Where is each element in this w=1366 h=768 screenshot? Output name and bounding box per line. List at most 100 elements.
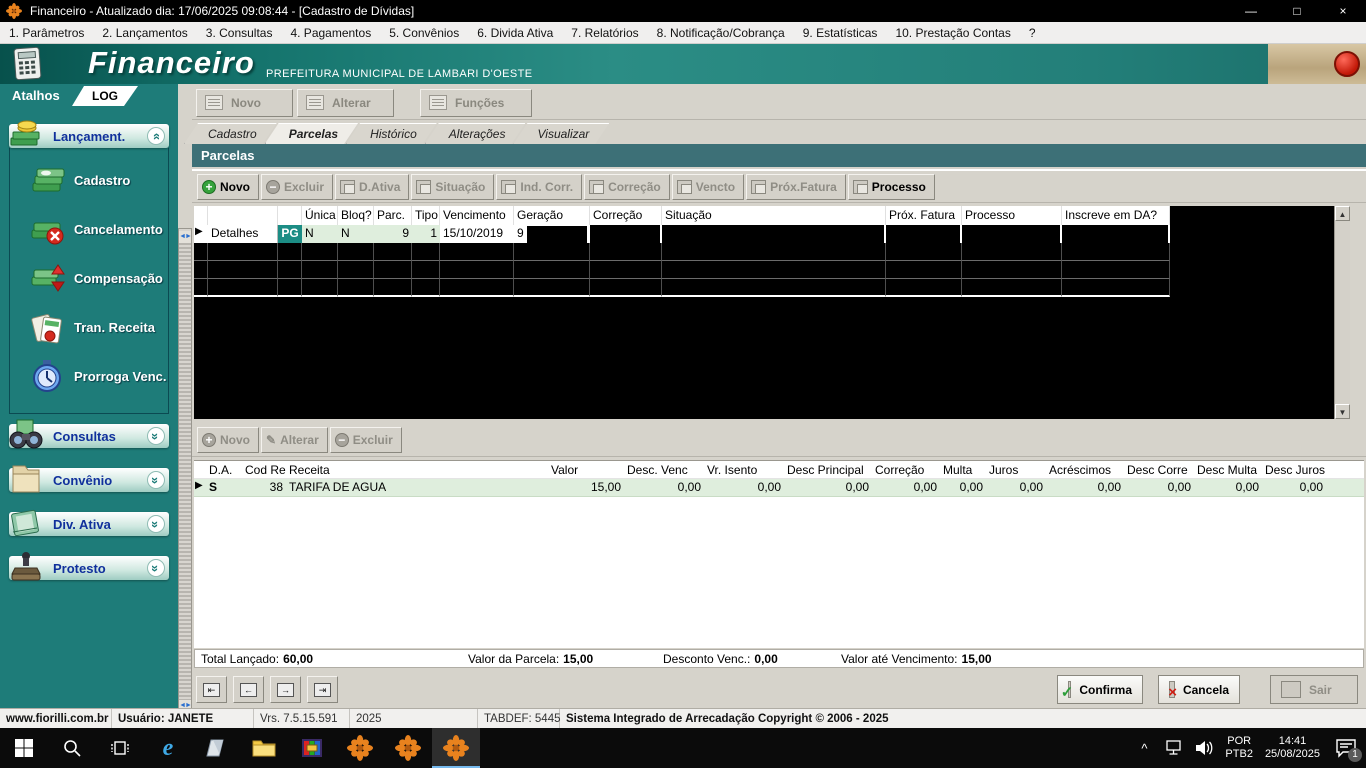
sidebar-group-protesto[interactable]: Protesto » — [9, 556, 169, 580]
col-geracao[interactable]: Geração — [514, 206, 590, 225]
menu-consultas[interactable]: 3. Consultas — [197, 24, 282, 42]
funcoes-button[interactable]: Funções — [420, 89, 532, 117]
task-view-button[interactable] — [96, 728, 144, 768]
maximize-button[interactable]: □ — [1274, 0, 1320, 22]
receita-novo-button[interactable]: +Novo — [197, 427, 259, 453]
tab-parcelas[interactable]: Parcelas — [265, 123, 358, 144]
vertical-scrollbar[interactable]: ▲ ▼ — [1334, 206, 1350, 419]
parcela-correcao-button[interactable]: Correção — [584, 174, 670, 200]
menu-divida-ativa[interactable]: 6. Divida Ativa — [468, 24, 562, 42]
col-acrescimos[interactable]: Acréscimos — [1046, 461, 1124, 478]
search-button[interactable] — [48, 728, 96, 768]
tab-alteracoes[interactable]: Alterações — [425, 123, 526, 144]
cancela-button[interactable]: ×Cancela — [1158, 675, 1240, 704]
file-explorer-button[interactable] — [240, 728, 288, 768]
power-button[interactable] — [1334, 51, 1360, 77]
sidebar-group-div-ativa[interactable]: Div. Ativa » — [9, 512, 169, 536]
sidebar-group-consultas[interactable]: Consultas » — [9, 424, 169, 448]
sidebar-group-lancamento[interactable]: Lançament. » — [9, 124, 169, 148]
parcela-prox-fatura-button[interactable]: Próx.Fatura — [746, 174, 846, 200]
tab-visualizar[interactable]: Visualizar — [513, 123, 609, 144]
menu-prestacao[interactable]: 10. Prestação Contas — [886, 24, 1019, 42]
menu-relatorios[interactable]: 7. Relatórios — [562, 24, 647, 42]
splitter-arrows-icon[interactable]: ◄► — [179, 231, 191, 243]
col-correcao2[interactable]: Correção — [872, 461, 940, 478]
sidebar-item-compensacao[interactable]: Compensação — [10, 254, 168, 303]
confirma-button[interactable]: ✓Confirma — [1057, 675, 1143, 704]
fiorilli-app-button-active[interactable] — [432, 728, 480, 768]
col-prox-fatura[interactable]: Próx. Fatura — [886, 206, 962, 225]
col-desc-principal[interactable]: Desc Principal — [784, 461, 872, 478]
sidebar-item-cancelamento[interactable]: Cancelamento — [10, 205, 168, 254]
parcela-vencto-button[interactable]: Vencto — [672, 174, 744, 200]
col-desc-multa[interactable]: Desc Multa — [1194, 461, 1262, 478]
minimize-button[interactable]: — — [1228, 0, 1274, 22]
parcela-ind-corr-button[interactable]: Ind. Corr. — [496, 174, 582, 200]
tab-historico[interactable]: Histórico — [346, 123, 437, 144]
collapse-chevron-icon[interactable]: » — [147, 127, 165, 145]
col-cod-rec[interactable]: Cod Rec — [242, 461, 286, 478]
parcela-row[interactable]: ▶ Detalhes PG N N 9 1 15/10/2019 9 — [194, 225, 1334, 243]
sidebar-item-cadastro[interactable]: Cadastro — [10, 156, 168, 205]
fiorilli-app-button[interactable] — [384, 728, 432, 768]
col-correcao[interactable]: Correção — [590, 206, 662, 225]
menu-parametros[interactable]: 1. Parâmetros — [0, 24, 93, 42]
receita-row[interactable]: ▶ S 38 TARIFA DE AGUA 15,00 0,00 0,00 0,… — [194, 479, 1364, 497]
menu-notificacao[interactable]: 8. Notificação/Cobrança — [648, 24, 794, 42]
next-record-button[interactable]: → — [270, 676, 301, 703]
col-receita[interactable]: Receita — [286, 461, 548, 478]
hidden-icons-chevron[interactable]: ^ — [1129, 728, 1159, 768]
detalhes-button[interactable]: Detalhes — [208, 225, 278, 243]
clock[interactable]: 14:4125/08/2025 — [1265, 735, 1320, 761]
sidebar-item-tran-receita[interactable]: Tran. Receita — [10, 303, 168, 352]
col-vencimento[interactable]: Vencimento — [440, 206, 514, 225]
notepad-app-button[interactable] — [192, 728, 240, 768]
parcela-excluir-button[interactable]: −Excluir — [261, 174, 333, 200]
sidebar-tab-atalhos[interactable]: Atalhos — [12, 88, 60, 103]
expand-chevron-icon[interactable]: » — [147, 515, 165, 533]
menu-convenios[interactable]: 5. Convênios — [380, 24, 468, 42]
parcela-dativa-button[interactable]: D.Ativa — [335, 174, 409, 200]
scroll-up-icon[interactable]: ▲ — [1335, 206, 1350, 221]
sidebar-tab-log[interactable]: LOG — [72, 86, 138, 106]
col-da[interactable]: D.A. — [206, 461, 242, 478]
volume-icon[interactable] — [1189, 728, 1219, 768]
menu-help[interactable]: ? — [1020, 24, 1045, 42]
col-bloq[interactable]: Bloq? — [338, 206, 374, 225]
close-button[interactable]: × — [1320, 0, 1366, 22]
receita-excluir-button[interactable]: −Excluir — [330, 427, 402, 453]
col-desc-venc[interactable]: Desc. Venc — [624, 461, 704, 478]
expand-chevron-icon[interactable]: » — [147, 559, 165, 577]
menu-estatisticas[interactable]: 9. Estatísticas — [794, 24, 887, 42]
tab-cadastro[interactable]: Cadastro — [184, 123, 277, 144]
network-icon[interactable] — [1159, 728, 1189, 768]
last-record-button[interactable]: ⇥ — [307, 676, 338, 703]
start-button[interactable] — [0, 728, 48, 768]
novo-record-button[interactable]: Novo — [196, 89, 293, 117]
expand-chevron-icon[interactable]: » — [147, 471, 165, 489]
sidebar-group-convenio[interactable]: Convênio » — [9, 468, 169, 492]
sidebar-splitter[interactable]: ◄► ◄► — [178, 228, 192, 715]
sair-button[interactable]: Sair — [1270, 675, 1358, 704]
col-multa[interactable]: Multa — [940, 461, 986, 478]
col-parc[interactable]: Parc. — [374, 206, 412, 225]
fiorilli-app-button[interactable] — [336, 728, 384, 768]
col-valor[interactable]: Valor — [548, 461, 624, 478]
expand-chevron-icon[interactable]: » — [147, 427, 165, 445]
col-desc-corre[interactable]: Desc Corre — [1124, 461, 1194, 478]
parcela-processo-button[interactable]: Processo — [848, 174, 935, 200]
internet-explorer-button[interactable]: e — [144, 728, 192, 768]
notification-center-icon[interactable]: 1 — [1326, 728, 1366, 768]
menu-pagamentos[interactable]: 4. Pagamentos — [281, 24, 380, 42]
col-desc-juros[interactable]: Desc Juros — [1262, 461, 1326, 478]
status-url[interactable]: www.fiorilli.com.br — [0, 709, 112, 729]
col-inscreve-da[interactable]: Inscreve em DA? — [1062, 206, 1170, 225]
col-vr-isento[interactable]: Vr. Isento — [704, 461, 784, 478]
scroll-down-icon[interactable]: ▼ — [1335, 404, 1350, 419]
sidebar-item-prorroga-venc[interactable]: Prorroga Venc. — [10, 352, 168, 401]
language-indicator[interactable]: PORPTB2 — [1225, 735, 1253, 761]
col-unica[interactable]: Única — [302, 206, 338, 225]
parcela-situacao-button[interactable]: Situação — [411, 174, 494, 200]
alterar-record-button[interactable]: Alterar — [297, 89, 394, 117]
col-tipo[interactable]: Tipo — [412, 206, 440, 225]
